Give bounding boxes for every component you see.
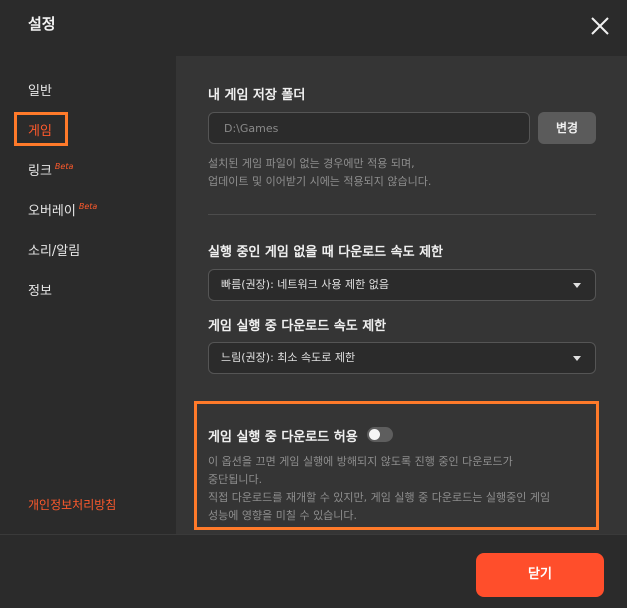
select-value: 느림(권장): 최소 속도로 제한 xyxy=(221,351,356,364)
allow-download-toggle[interactable] xyxy=(367,427,393,442)
chevron-down-icon xyxy=(573,356,581,361)
allow-download-desc-line-2: 중단됩니다. xyxy=(208,473,263,486)
sidebar-item-label: 오버레이 xyxy=(28,204,76,219)
close-icon[interactable] xyxy=(586,12,614,40)
change-folder-button[interactable]: 변경 xyxy=(538,112,596,144)
beta-badge: Beta xyxy=(54,162,74,171)
sidebar-item-label: 링크 xyxy=(28,164,52,179)
select-value: 빠름(권장): 네트워크 사용 제한 없음 xyxy=(221,278,389,291)
sidebar: 일반 게임 링크 Beta 오버레이 Beta 소리/알림 정보 xyxy=(0,56,176,534)
title-bar: 설정 xyxy=(0,0,627,56)
playing-download-limit-title: 게임 실행 중 다운로드 속도 제한 xyxy=(208,319,387,334)
folder-help-line-2: 업데이트 및 이어받기 시에는 적용되지 않습니다. xyxy=(208,175,432,188)
folder-help-line-1: 설치된 게임 파일이 없는 경우에만 적용 되며, xyxy=(208,157,415,170)
sidebar-item-general[interactable]: 일반 xyxy=(28,80,52,99)
settings-panel: 내 게임 저장 폴더 변경 설치된 게임 파일이 없는 경우에만 적용 되며, … xyxy=(176,56,627,534)
game-folder-title: 내 게임 저장 폴더 xyxy=(208,88,306,103)
game-folder-path-input[interactable] xyxy=(208,112,530,144)
sidebar-item-label: 일반 xyxy=(28,84,52,99)
divider xyxy=(208,214,596,215)
window-title: 설정 xyxy=(28,15,56,33)
idle-download-limit-select[interactable]: 빠름(권장): 네트워크 사용 제한 없음 xyxy=(208,269,596,301)
sidebar-item-label: 소리/알림 xyxy=(28,244,81,259)
close-button[interactable]: 닫기 xyxy=(476,553,604,597)
toggle-knob xyxy=(369,429,380,440)
allow-download-label: 게임 실행 중 다운로드 허용 xyxy=(208,430,358,445)
allow-download-desc-line-4: 성능에 영향을 미칠 수 있습니다. xyxy=(208,509,358,522)
allow-download-desc-line-3: 직접 다운로드를 재개할 수 있지만, 게임 실행 중 다운로드는 실행중인 게… xyxy=(208,491,551,504)
chevron-down-icon xyxy=(573,283,581,288)
idle-download-limit-title: 실행 중인 게임 없을 때 다운로드 속도 제한 xyxy=(208,245,444,260)
sidebar-item-info[interactable]: 정보 xyxy=(28,280,52,299)
playing-download-limit-select[interactable]: 느림(권장): 최소 속도로 제한 xyxy=(208,342,596,374)
sidebar-item-label: 게임 xyxy=(28,124,52,139)
sidebar-item-link[interactable]: 링크 Beta xyxy=(28,160,73,179)
privacy-policy-link[interactable]: 개인정보처리방침 xyxy=(28,496,116,513)
allow-download-desc-line-1: 이 옵션을 끄면 게임 실행에 방해되지 않도록 진행 중인 다운로드가 xyxy=(208,455,513,468)
beta-badge: Beta xyxy=(78,202,98,211)
sidebar-item-sound-alerts[interactable]: 소리/알림 xyxy=(28,240,80,259)
sidebar-item-game[interactable]: 게임 xyxy=(28,120,52,139)
sidebar-item-label: 정보 xyxy=(28,284,52,299)
footer: 닫기 xyxy=(0,534,627,608)
sidebar-item-overlay[interactable]: 오버레이 Beta xyxy=(28,200,97,219)
